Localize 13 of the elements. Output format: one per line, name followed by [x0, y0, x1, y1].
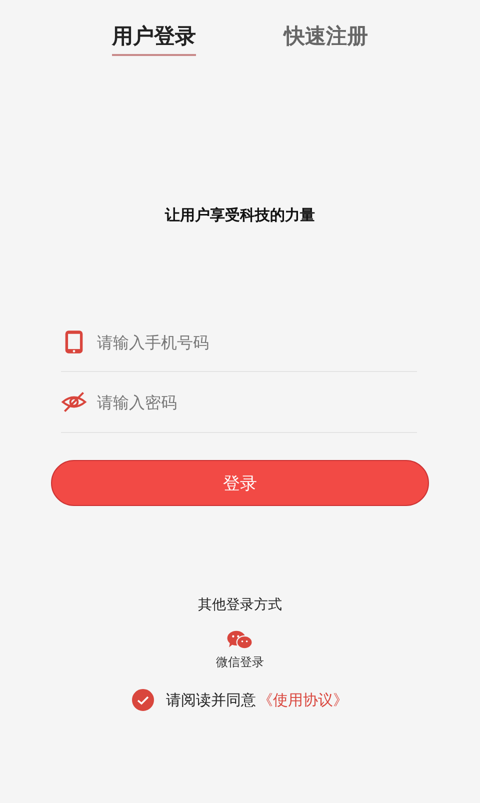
- section-title: 其他登录方式: [198, 596, 282, 614]
- wechat-login-button[interactable]: 微信登录: [214, 628, 266, 673]
- chat-bubbles-icon: [226, 630, 254, 650]
- eye-off-icon: [61, 389, 87, 415]
- agreement-text: 请阅读并同意: [166, 690, 256, 710]
- checkbox[interactable]: [132, 689, 154, 711]
- input-field[interactable]: 请输入手机号码: [97, 332, 417, 352]
- terms-link[interactable]: 《使用协议》: [258, 690, 348, 710]
- login-button[interactable]: 登录: [51, 460, 429, 506]
- input-field[interactable]: 请输入密码: [97, 392, 417, 412]
- tab[interactable]: 用户登录: [112, 22, 196, 56]
- tab[interactable]: 快速注册: [284, 22, 368, 56]
- tagline: 让用户享受科技的力量: [165, 206, 315, 225]
